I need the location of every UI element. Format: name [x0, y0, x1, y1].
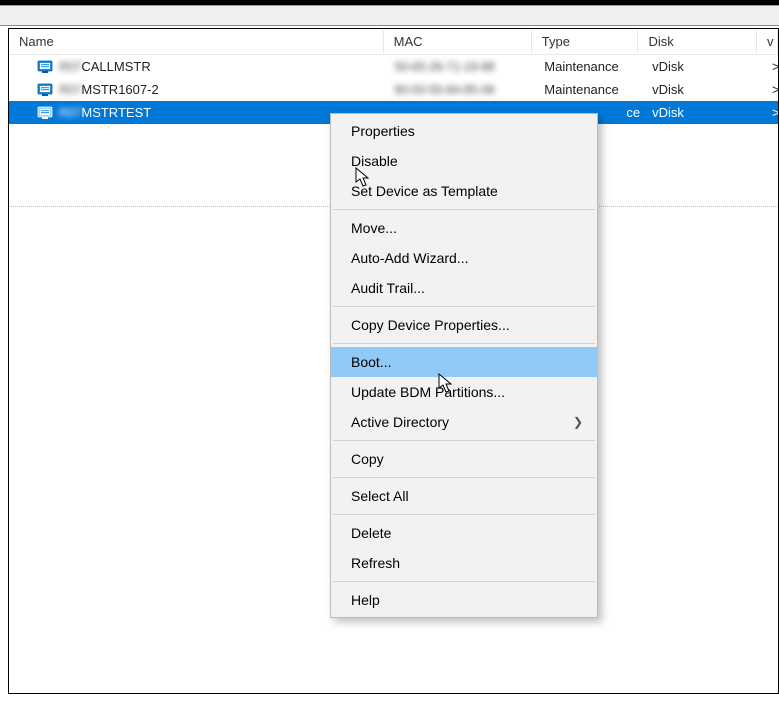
menu-move[interactable]: Move...	[331, 213, 597, 243]
col-header-disk[interactable]: Disk	[638, 30, 757, 53]
menu-select-all[interactable]: Select All	[331, 481, 597, 511]
device-extra: >	[766, 80, 778, 99]
menu-separator	[333, 306, 595, 307]
device-name-obscured: R07MSTRTEST	[59, 105, 151, 120]
menu-copy-props[interactable]: Copy Device Properties...	[331, 310, 597, 340]
menu-separator	[333, 209, 595, 210]
device-row[interactable]: R07MSTR1607-2 80-50-50-84-85-08 Maintena…	[9, 78, 778, 101]
device-row[interactable]: R07CALLMSTR 50-65-26-71-19-88 Maintenanc…	[9, 55, 778, 78]
device-disk: vDisk	[646, 80, 766, 99]
device-name-obscured: R07MSTR1607-2	[59, 82, 159, 97]
menu-refresh[interactable]: Refresh	[331, 548, 597, 578]
menu-properties[interactable]: Properties	[331, 116, 597, 146]
menu-help[interactable]: Help	[331, 585, 597, 615]
menu-delete[interactable]: Delete	[331, 518, 597, 548]
mac-obscured: 80-50-50-84-85-08	[395, 82, 495, 97]
menu-active-directory[interactable]: Active Directory ❯	[331, 407, 597, 437]
device-icon	[37, 60, 53, 74]
menu-separator	[333, 343, 595, 344]
menu-disable[interactable]: Disable	[331, 146, 597, 176]
menu-set-template[interactable]: Set Device as Template	[331, 176, 597, 206]
mac-obscured: 50-65-26-71-19-88	[395, 59, 495, 74]
menu-boot[interactable]: Boot...	[331, 347, 597, 377]
column-header-row: Name MAC Type Disk v	[9, 29, 778, 55]
context-menu: Properties Disable Set Device as Templat…	[330, 113, 598, 618]
menu-separator	[333, 477, 595, 478]
col-header-name[interactable]: Name	[9, 30, 384, 53]
menu-separator	[333, 440, 595, 441]
menu-audit-trail[interactable]: Audit Trail...	[331, 273, 597, 303]
device-extra: >	[766, 57, 778, 76]
device-disk: vDisk	[646, 57, 766, 76]
toolbar-area	[0, 6, 779, 26]
menu-separator	[333, 514, 595, 515]
col-header-extra[interactable]: v	[757, 30, 778, 53]
menu-update-bdm[interactable]: Update BDM Partitions...	[331, 377, 597, 407]
device-disk: vDisk	[646, 103, 766, 122]
menu-copy[interactable]: Copy	[331, 444, 597, 474]
menu-active-directory-label: Active Directory	[351, 414, 449, 430]
device-icon	[37, 83, 53, 97]
device-name-obscured: R07CALLMSTR	[59, 59, 151, 74]
menu-auto-add[interactable]: Auto-Add Wizard...	[331, 243, 597, 273]
device-type: Maintenance	[538, 80, 646, 99]
col-header-mac[interactable]: MAC	[384, 30, 532, 53]
device-icon	[37, 106, 53, 120]
device-extra: >	[766, 103, 778, 122]
submenu-arrow-icon: ❯	[573, 415, 583, 429]
col-header-type[interactable]: Type	[532, 30, 639, 53]
device-type: Maintenance	[538, 57, 646, 76]
menu-separator	[333, 581, 595, 582]
